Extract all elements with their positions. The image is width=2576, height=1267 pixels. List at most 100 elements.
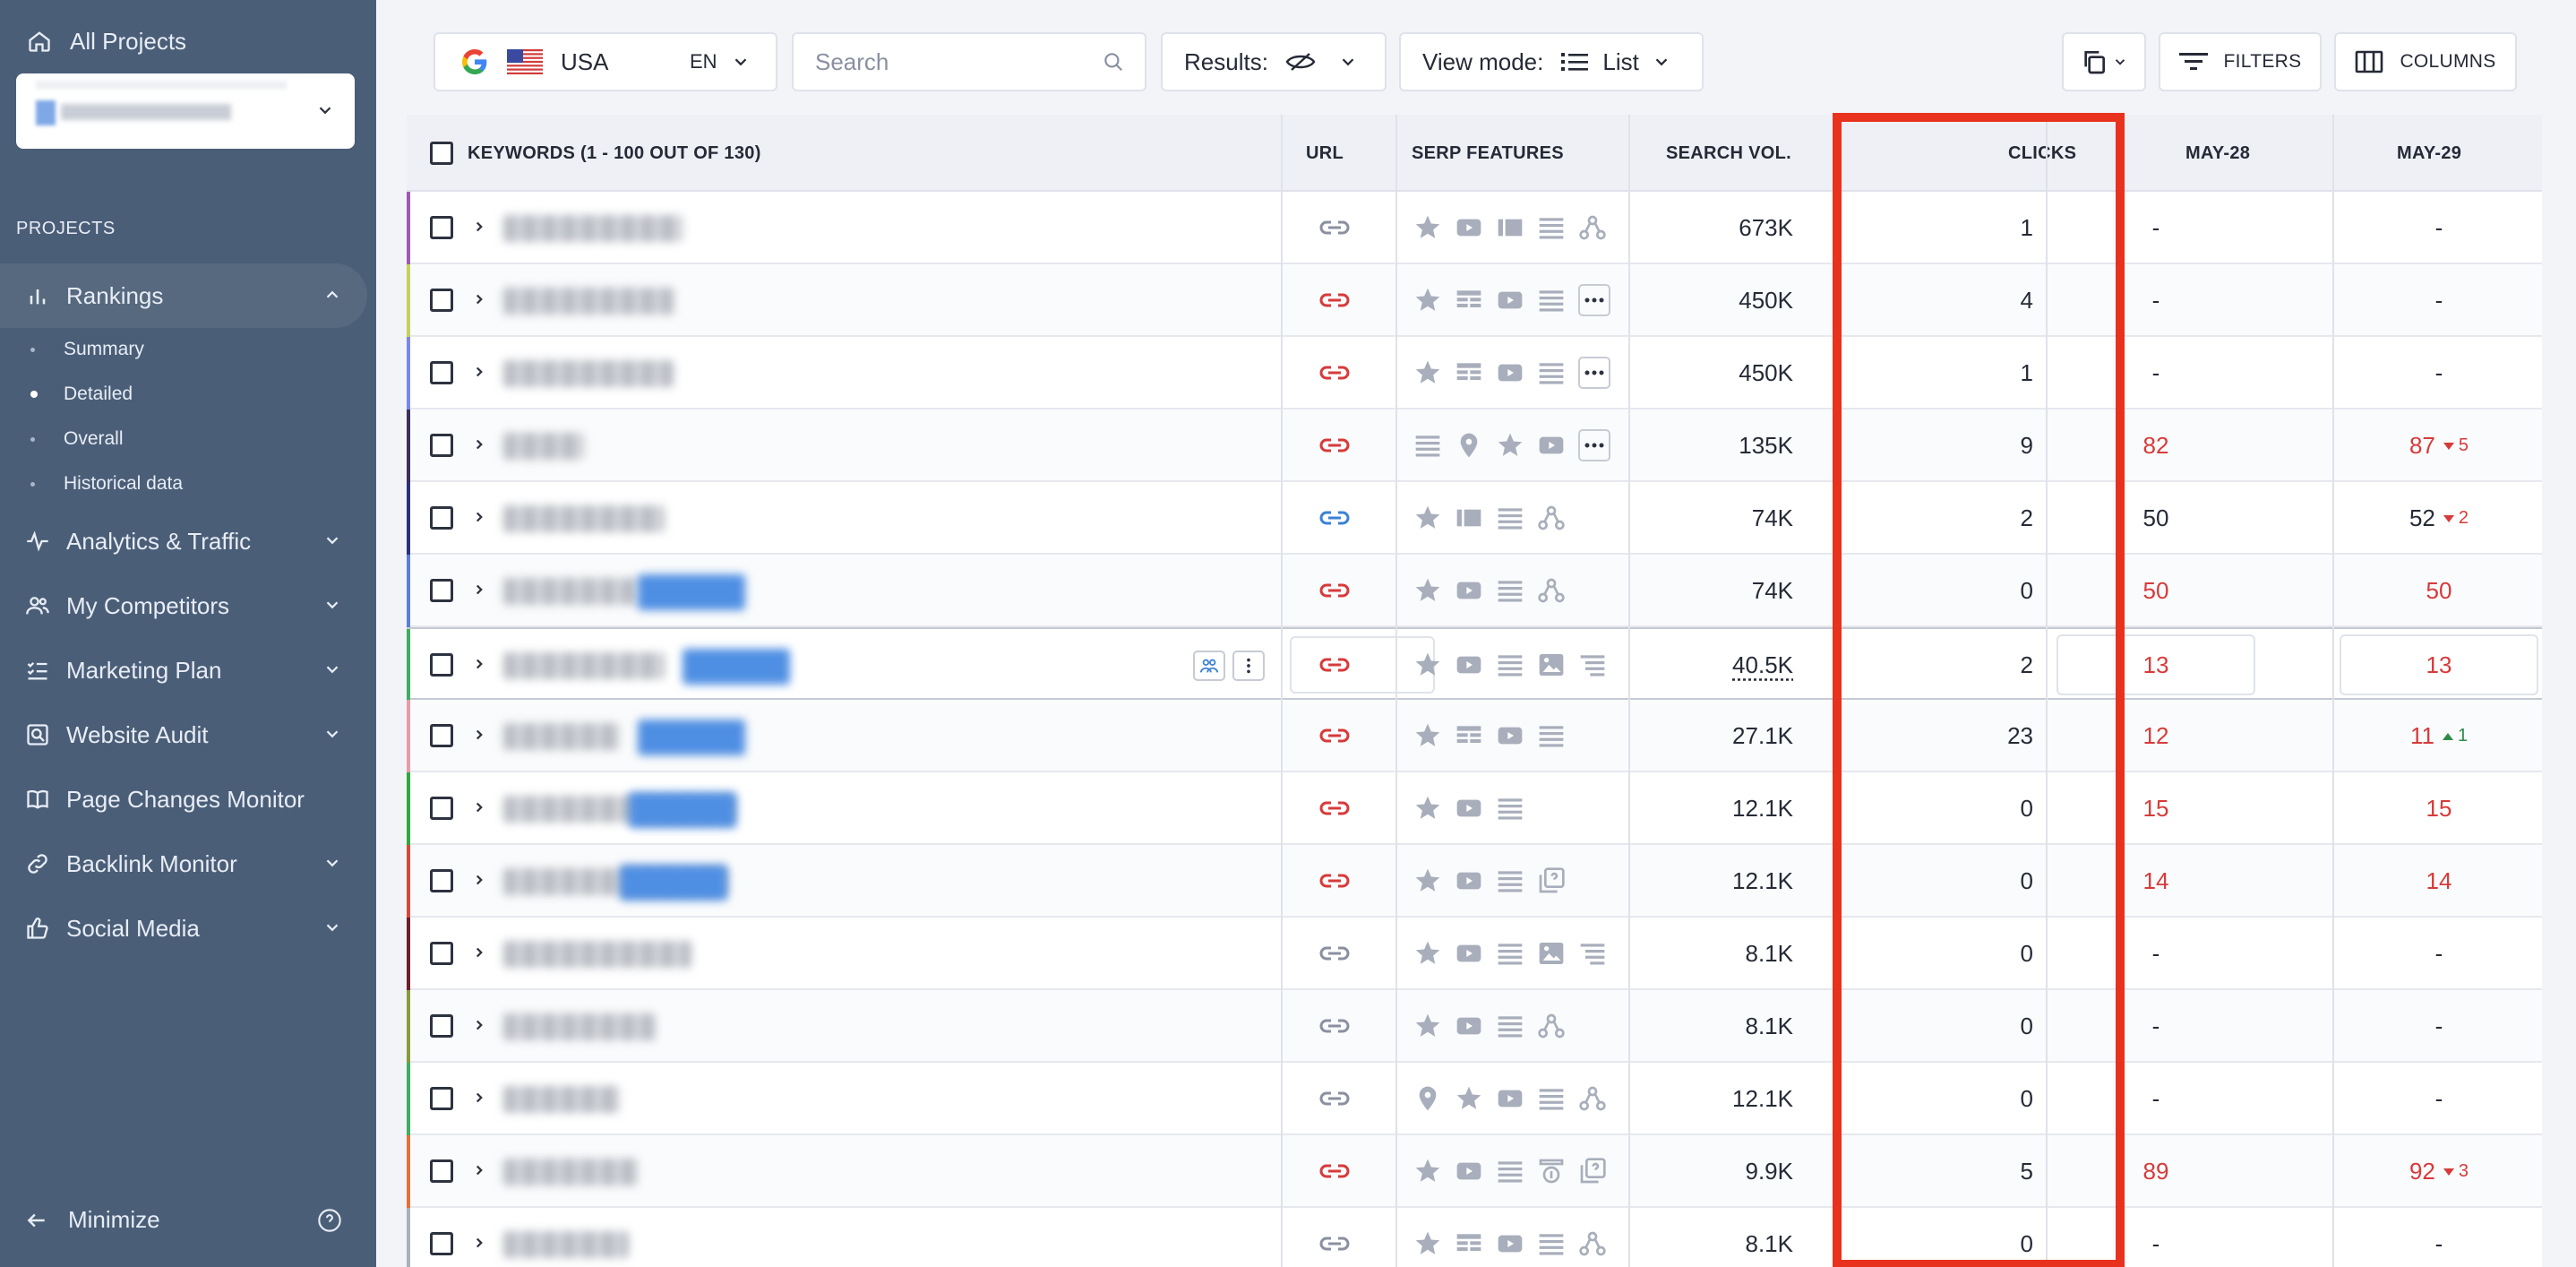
search-input[interactable] (815, 47, 1084, 76)
view-mode-dropdown[interactable]: View mode: List (1399, 32, 1704, 91)
link-icon[interactable] (1318, 362, 1351, 384)
table-row[interactable]: 8.1K 0 - - (407, 918, 2542, 990)
project-selector[interactable] (16, 73, 355, 149)
row-checkbox[interactable] (430, 1014, 453, 1038)
sidebar-subitem-historical-data[interactable]: Historical data (30, 473, 183, 495)
row-checkbox[interactable] (430, 1159, 453, 1183)
sidebar-item-rankings[interactable]: Rankings (0, 263, 367, 328)
search-field[interactable] (792, 32, 1146, 91)
competitors-button[interactable] (1193, 651, 1225, 681)
chevron-right-icon[interactable] (471, 1017, 487, 1033)
sidebar-subitem-summary[interactable]: Summary (30, 339, 144, 360)
row-checkbox[interactable] (430, 289, 453, 312)
row-checkbox[interactable] (430, 942, 453, 965)
row-checkbox[interactable] (430, 506, 453, 530)
more-serp-features-button[interactable] (1578, 429, 1610, 461)
filters-button[interactable]: FILTERS (2159, 32, 2322, 91)
table-row[interactable]: 12.1K 0 15 15 (407, 772, 2542, 845)
row-checkbox[interactable] (430, 361, 453, 384)
link-icon[interactable] (1318, 289, 1351, 311)
header-date-may-29[interactable]: MAY-29 (2397, 115, 2461, 192)
more-serp-features-button[interactable] (1578, 284, 1610, 316)
chevron-right-icon[interactable] (471, 291, 487, 307)
table-row[interactable]: 450K 4 - - (407, 264, 2542, 337)
chevron-right-icon[interactable] (471, 872, 487, 888)
row-checkbox[interactable] (430, 1087, 453, 1110)
table-row[interactable]: 673K 1 - - (407, 192, 2542, 264)
row-checkbox[interactable] (430, 797, 453, 820)
link-icon[interactable] (1318, 1233, 1351, 1254)
ranking-url-blurred[interactable] (620, 865, 727, 901)
copy-button[interactable] (2062, 32, 2146, 91)
link-icon[interactable] (1318, 217, 1351, 238)
chevron-right-icon[interactable] (471, 436, 487, 452)
table-row[interactable]: 12.1K 0 14 14 (407, 845, 2542, 918)
more-options-button[interactable] (1232, 651, 1265, 681)
more-serp-features-button[interactable] (1578, 357, 1610, 389)
row-checkbox[interactable] (430, 434, 453, 457)
columns-button[interactable]: COLUMNS (2334, 32, 2517, 91)
chevron-right-icon[interactable] (471, 727, 487, 743)
row-checkbox[interactable] (430, 869, 453, 892)
sidebar-item-backlink-monitor[interactable]: Backlink Monitor (0, 832, 367, 896)
chevron-right-icon[interactable] (471, 656, 487, 672)
sidebar-item-marketing-plan[interactable]: Marketing Plan (0, 638, 367, 702)
chevron-right-icon[interactable] (471, 1162, 487, 1178)
link-icon[interactable] (1318, 943, 1351, 964)
table-row[interactable]: 9.9K 5 89 92 3 (407, 1135, 2542, 1208)
header-serp-features[interactable]: SERP FEATURES (1412, 115, 1564, 192)
table-row[interactable]: 8.1K 0 - - (407, 990, 2542, 1063)
results-dropdown[interactable]: Results: (1161, 32, 1387, 91)
chevron-right-icon[interactable] (471, 219, 487, 235)
chevron-right-icon[interactable] (471, 509, 487, 525)
link-icon[interactable] (1318, 654, 1351, 676)
table-row[interactable]: 27.1K 23 12 11 1 (407, 700, 2542, 772)
row-checkbox[interactable] (430, 216, 453, 239)
ranking-url-blurred[interactable] (683, 649, 790, 685)
sidebar-item-website-audit[interactable]: Website Audit (0, 702, 367, 767)
row-checkbox[interactable] (430, 1232, 453, 1255)
link-icon[interactable] (1318, 1088, 1351, 1109)
table-row[interactable]: 74K 0 50 50 (407, 555, 2542, 627)
chevron-right-icon[interactable] (471, 799, 487, 815)
table-row[interactable]: 74K 2 50 52 2 (407, 482, 2542, 555)
search-engine-country-selector[interactable]: USA EN (434, 32, 777, 91)
table-row[interactable]: 8.1K 0 - - (407, 1208, 2542, 1267)
header-clicks[interactable]: CLICKS (2008, 115, 2076, 192)
sidebar-item-page-changes-monitor[interactable]: Page Changes Monitor (0, 767, 367, 832)
link-icon[interactable] (1318, 1015, 1351, 1037)
sidebar-subitem-detailed[interactable]: Detailed (30, 384, 133, 405)
link-icon[interactable] (1318, 1160, 1351, 1182)
chevron-right-icon[interactable] (471, 582, 487, 598)
row-checkbox[interactable] (430, 653, 453, 677)
chevron-right-icon[interactable] (471, 1235, 487, 1251)
ranking-url-blurred[interactable] (629, 792, 736, 828)
ranking-url-blurred[interactable] (638, 574, 745, 610)
row-checkbox[interactable] (430, 579, 453, 602)
sidebar-item-my-competitors[interactable]: My Competitors (0, 573, 367, 638)
table-row[interactable]: 12.1K 0 - - (407, 1063, 2542, 1135)
chevron-right-icon[interactable] (471, 944, 487, 961)
sidebar-subitem-overall[interactable]: Overall (30, 428, 124, 450)
header-url[interactable]: URL (1306, 115, 1344, 192)
chevron-right-icon[interactable] (471, 1090, 487, 1106)
all-projects-link[interactable]: All Projects (27, 23, 186, 59)
help-icon[interactable] (317, 1208, 342, 1233)
header-search-volume[interactable]: SEARCH VOL. (1666, 115, 1791, 192)
table-row[interactable]: 450K 1 - - (407, 337, 2542, 409)
sidebar-item-social-media[interactable]: Social Media (0, 896, 367, 961)
chevron-right-icon[interactable] (471, 364, 487, 380)
header-keywords[interactable]: KEYWORDS (1 - 100 OUT OF 130) (468, 115, 761, 192)
table-row[interactable]: 135K 9 82 87 5 (407, 409, 2542, 482)
link-icon[interactable] (1318, 580, 1351, 601)
link-icon[interactable] (1318, 797, 1351, 819)
sidebar-item-analytics-traffic[interactable]: Analytics & Traffic (0, 509, 367, 573)
link-icon[interactable] (1318, 435, 1351, 456)
link-icon[interactable] (1318, 507, 1351, 529)
header-date-may-28[interactable]: MAY-28 (2185, 115, 2250, 192)
select-all-checkbox[interactable] (430, 142, 453, 165)
table-row[interactable]: 40.5K 2 13 13 (407, 627, 2542, 702)
row-checkbox[interactable] (430, 724, 453, 747)
minimize-button[interactable]: Minimize (25, 1206, 160, 1234)
link-icon[interactable] (1318, 725, 1351, 746)
